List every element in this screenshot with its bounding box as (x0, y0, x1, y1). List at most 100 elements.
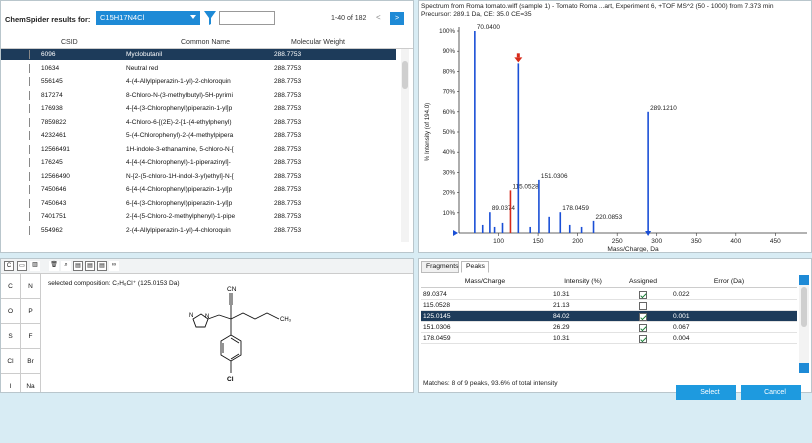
cell-common-name: 6-[4-(4-Chlorophenyl)piperazin-1-yl]p (126, 186, 233, 193)
table-row[interactable]: 115.0528 21.13 (421, 300, 797, 311)
cell-error: 0.067 (673, 324, 690, 331)
table-row[interactable]: 7450643 6-[4-(3-Chlorophenyl)piperazin-1-… (1, 198, 396, 209)
column-header-error[interactable]: Error (Da) (669, 278, 789, 285)
scrollbar-thumb[interactable] (801, 287, 807, 327)
element-o[interactable]: O (1, 299, 21, 324)
element-c[interactable]: C (1, 274, 21, 299)
column-header-assigned[interactable]: Assigned (617, 278, 669, 285)
table-row[interactable]: 12566491 1H-indole-3-ethanamine, 5-chloro… (1, 144, 396, 155)
element-cl[interactable]: Cl (1, 349, 21, 374)
results-scrollbar[interactable] (401, 49, 409, 242)
assigned-checkbox[interactable] (639, 291, 647, 299)
zoom-icon[interactable]: ⌕ (61, 261, 71, 271)
row-indicator (29, 131, 30, 140)
selected-peak-arrow-icon (514, 57, 523, 63)
cell-molecular-weight: 288.7753 (274, 159, 302, 166)
row-indicator (29, 77, 30, 86)
assigned-checkbox[interactable] (639, 302, 647, 310)
cell-csid: 556145 (41, 78, 63, 85)
assigned-checkbox[interactable] (639, 335, 647, 343)
element-s[interactable]: S (1, 324, 21, 349)
selected-composition: selected composition: C₇H₆Cl⁺ (125.0153 … (48, 280, 180, 287)
cell-molecular-weight: 288.7753 (274, 78, 302, 85)
row-indicator (29, 185, 30, 194)
row-indicator (29, 212, 30, 221)
table-row[interactable]: 10634 Neutral red 288.7753 (1, 63, 396, 74)
cell-csid: 7401751 (41, 213, 67, 220)
filter-icon[interactable] (203, 10, 217, 26)
results-grid-header: CSID Common Name Molecular Weight (1, 39, 413, 49)
table-row[interactable]: 7401751 2-[4-(5-Chloro-2-methylphenyl)-1-… (1, 211, 396, 222)
spectrum-panel: Spectrum from Roma tomato.wiff (sample 1… (418, 0, 812, 253)
peaks-scrollbar[interactable] (799, 275, 809, 373)
cell-error: 0.001 (673, 313, 690, 320)
spectrum-chart[interactable]: 100% 90% 80% 70% 60% 50% 40% 30% 20% 10% 100 150 200… (419, 1, 812, 253)
table-row[interactable]: 6096 Myclobutanil 288.7753 (1, 49, 396, 60)
formula-dropdown[interactable]: C15H17N4Cl (96, 11, 200, 25)
scrollbar-thumb[interactable] (402, 61, 408, 89)
table-row[interactable]: 151.0306 26.29 0.067 (421, 322, 797, 333)
element-p[interactable]: P (21, 299, 41, 324)
cell-common-name: 2-[4-(5-Chloro-2-methylphenyl)-1-pipe (126, 213, 236, 220)
carbon-tool-icon[interactable]: C (4, 261, 14, 271)
link-icon[interactable]: ∞ (109, 261, 119, 271)
peaks-panel: Fragments Peaks Mass/Charge Intensity (%… (418, 258, 812, 393)
element-br[interactable]: Br (21, 349, 41, 374)
table-row[interactable]: 176938 4-[4-(3-Chlorophenyl)piperazin-1-y… (1, 103, 396, 114)
table-row[interactable]: 125.0145 84.02 0.001 (421, 311, 797, 322)
cell-common-name: 6-[4-(3-Chlorophenyl)piperazin-1-yl]p (126, 199, 233, 207)
x-tick-label: 150 (533, 238, 544, 245)
grid-tool-icon-3[interactable]: ▤ (97, 261, 107, 271)
cell-molecular-weight: 288.7753 (274, 226, 302, 234)
column-header-common-name[interactable]: Common Name (181, 39, 230, 46)
formula-tool-icon[interactable]: ▭ (17, 261, 27, 271)
select-button[interactable]: Select (676, 385, 736, 400)
chart-tool-icon[interactable]: ▥ (30, 261, 40, 271)
column-header-mass-charge[interactable]: Mass/Charge (421, 278, 549, 285)
table-row[interactable]: 556145 4-(4-Allylpiperazin-1-yl)-2-chloro… (1, 76, 396, 87)
cell-intensity: 26.29 (553, 324, 570, 331)
scroll-down-button[interactable] (799, 363, 809, 373)
cell-common-name: Myclobutanil (126, 51, 163, 58)
x-tick-label: 200 (572, 238, 583, 245)
table-row[interactable]: 12566490 N-[2-(5-chloro-1H-indol-3-yl)eth… (1, 171, 396, 182)
cell-csid: 7450646 (41, 186, 67, 193)
column-header-csid[interactable]: CSID (61, 39, 78, 46)
next-page-button[interactable]: > (390, 12, 404, 25)
scroll-up-button[interactable] (799, 275, 809, 285)
element-na[interactable]: Na (21, 374, 41, 392)
row-indicator (29, 63, 30, 73)
prev-page-button[interactable]: < (376, 13, 381, 22)
peak-label: 178.0459 (562, 205, 589, 212)
grid-tool-icon-2[interactable]: ▤ (85, 261, 95, 271)
tab-peaks[interactable]: Peaks (461, 261, 489, 273)
table-row[interactable]: 817274 8-Chloro-N-(3-methylbutyl)-5H-pyri… (1, 90, 396, 101)
delete-icon[interactable]: 🗑 (49, 261, 59, 271)
structure-panel: C ▭ ▥ 🗑 ⌕ ▤ ▤ ▤ ∞ C N O P S F Cl Br I Na… (0, 258, 414, 393)
table-row[interactable]: 7450646 6-[4-(4-Chlorophenyl)piperazin-1-… (1, 184, 396, 195)
table-row[interactable]: 89.0374 10.31 0.022 (421, 289, 797, 300)
element-i[interactable]: I (1, 374, 21, 392)
assigned-checkbox[interactable] (639, 324, 647, 332)
x-tick-label: 450 (770, 238, 781, 245)
chevron-down-icon (190, 15, 196, 19)
table-row[interactable]: 4232461 5-(4-Chlorophenyl)-2-(4-methylpip… (1, 130, 396, 141)
element-n[interactable]: N (21, 274, 41, 299)
element-f[interactable]: F (21, 324, 41, 349)
peak-label: 289.1210 (650, 105, 677, 112)
cancel-button[interactable]: Cancel (741, 385, 801, 400)
peaks-match-summary: Matches: 8 of 9 peaks, 93.6% of total in… (423, 380, 558, 387)
table-row[interactable]: 7859822 4-Chloro-6-[(2E)-2-[1-(4-ethylphe… (1, 117, 396, 128)
table-row[interactable]: 178.0459 10.31 0.004 (421, 333, 797, 344)
filter-input[interactable] (219, 11, 275, 25)
column-header-intensity[interactable]: Intensity (%) (549, 278, 617, 285)
table-row[interactable]: 554962 2-(4-Allylpiperazin-1-yl)-4-chloro… (1, 225, 396, 236)
table-row[interactable]: 176245 4-[4-(4-Chlorophenyl)-1-piperaziny… (1, 157, 396, 168)
tab-fragments[interactable]: Fragments (421, 261, 459, 273)
grid-tool-icon[interactable]: ▤ (73, 261, 83, 271)
cell-common-name: 4-[4-(3-Chlorophenyl)piperazin-1-yl]p (126, 105, 233, 112)
x-tick-label: 100 (493, 238, 504, 245)
column-header-molecular-weight[interactable]: Molecular Weight (291, 39, 345, 46)
peaks-table-header: Mass/Charge Intensity (%) Assigned Error… (421, 275, 797, 288)
assigned-checkbox[interactable] (639, 313, 647, 321)
